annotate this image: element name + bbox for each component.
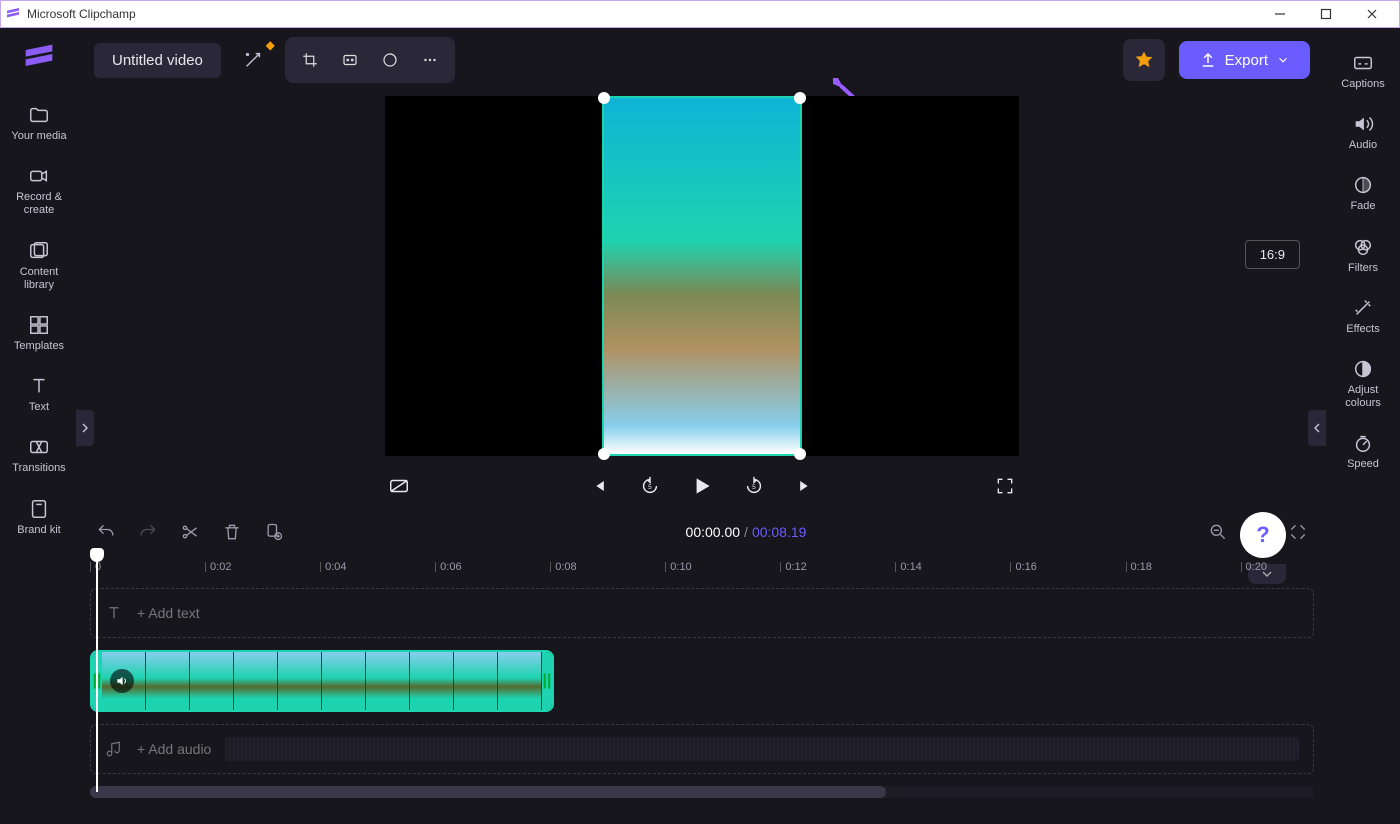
ruler-tick: 0:16 — [1010, 561, 1036, 573]
audio-track[interactable]: + Add audio — [90, 724, 1314, 774]
more-options-button[interactable] — [413, 43, 447, 77]
ruler-tick: 0:04 — [320, 561, 346, 573]
sidebar-item-brand-kit[interactable]: Brand kit — [4, 490, 74, 545]
skip-start-button[interactable] — [584, 472, 612, 500]
sidebar-item-filters[interactable]: Filters — [1328, 228, 1398, 283]
aspect-ratio-button[interactable]: 16:9 — [1245, 240, 1300, 269]
text-icon — [105, 604, 123, 622]
timeline-ruler[interactable]: 0 0:02 0:04 0:06 0:08 0:10 0:12 0:14 0:1… — [90, 552, 1314, 582]
sidebar-item-content-library[interactable]: Content library — [4, 232, 74, 300]
video-clip[interactable]: || || — [90, 650, 554, 712]
skip-end-button[interactable] — [792, 472, 820, 500]
preview-zone: 16:9 ? 5 5 — [78, 92, 1326, 512]
right-sidebar: Captions Audio Fade Filters Effects Adju… — [1326, 28, 1400, 824]
clip-thumbnails — [102, 652, 542, 710]
premium-button[interactable] — [1123, 39, 1165, 81]
resize-handle-br[interactable] — [794, 448, 806, 460]
magic-wand-button[interactable]: ◆ — [235, 42, 271, 78]
undo-button[interactable] — [94, 520, 118, 544]
audio-waveform — [225, 737, 1299, 761]
timeline-zone: 00:00.00/00:08.19 0 0:02 0:04 0:06 0:08 … — [78, 512, 1326, 824]
video-track[interactable]: || || — [90, 650, 1314, 712]
clip-volume-button[interactable] — [110, 669, 134, 693]
clip-trim-right[interactable]: || — [542, 652, 552, 710]
top-bar: Untitled video ◆ Export — [78, 28, 1326, 92]
clipchamp-logo-icon[interactable] — [21, 40, 57, 76]
minimize-button[interactable] — [1257, 1, 1303, 27]
window-titlebar: Microsoft Clipchamp — [0, 0, 1400, 28]
selected-clip-overlay[interactable] — [602, 96, 802, 456]
safezone-toggle-button[interactable] — [385, 472, 413, 500]
right-panel-expand-button[interactable] — [1308, 410, 1326, 446]
ruler-tick: 0:18 — [1126, 561, 1152, 573]
timecode: 00:00.00/00:08.19 — [686, 524, 807, 540]
sidebar-item-transitions[interactable]: Transitions — [4, 428, 74, 483]
forward-5-button[interactable]: 5 — [740, 472, 768, 500]
chevron-down-icon — [1276, 53, 1290, 67]
close-button[interactable] — [1349, 1, 1395, 27]
ruler-tick: 0:12 — [780, 561, 806, 573]
scrollbar-thumb[interactable] — [90, 786, 886, 798]
rewind-5-button[interactable]: 5 — [636, 472, 664, 500]
playback-controls: 5 5 — [385, 462, 1019, 510]
duplicate-button[interactable] — [262, 520, 286, 544]
sidebar-item-adjust-colours[interactable]: Adjust colours — [1328, 350, 1398, 418]
fullscreen-button[interactable] — [991, 472, 1019, 500]
ruler-tick: 0:14 — [895, 561, 921, 573]
playhead[interactable] — [90, 548, 104, 792]
svg-text:5: 5 — [648, 484, 652, 491]
resize-handle-bl[interactable] — [598, 448, 610, 460]
play-button[interactable] — [688, 472, 716, 500]
sidebar-item-effects[interactable]: Effects — [1328, 289, 1398, 344]
left-sidebar: Your media Record & create Content libra… — [0, 28, 78, 824]
ruler-tick: 0:20 — [1241, 561, 1267, 573]
zoom-fit-button[interactable] — [1286, 520, 1310, 544]
sidebar-item-speed[interactable]: Speed — [1328, 424, 1398, 479]
preview-canvas[interactable] — [385, 96, 1019, 456]
export-button[interactable]: Export — [1179, 41, 1310, 79]
text-track[interactable]: + Add text — [90, 588, 1314, 638]
project-title[interactable]: Untitled video — [94, 43, 221, 78]
fit-button[interactable] — [333, 43, 367, 77]
window-title: Microsoft Clipchamp — [27, 7, 1257, 21]
music-note-icon — [105, 740, 123, 758]
ruler-tick: 0:02 — [205, 561, 231, 573]
pip-button[interactable] — [373, 43, 407, 77]
timeline-scrollbar[interactable] — [90, 786, 1314, 798]
redo-button[interactable] — [136, 520, 160, 544]
preview-tools — [285, 37, 455, 83]
sidebar-item-your-media[interactable]: Your media — [4, 96, 74, 151]
resize-handle-tl[interactable] — [598, 92, 610, 104]
sidebar-item-fade[interactable]: Fade — [1328, 166, 1398, 221]
ruler-tick: 0:08 — [550, 561, 576, 573]
sidebar-item-text[interactable]: Text — [4, 367, 74, 422]
maximize-button[interactable] — [1303, 1, 1349, 27]
sidebar-item-audio[interactable]: Audio — [1328, 105, 1398, 160]
zoom-out-button[interactable] — [1206, 520, 1230, 544]
sidebar-item-record-create[interactable]: Record & create — [4, 157, 74, 225]
premium-badge-icon: ◆ — [266, 38, 275, 52]
ruler-tick: 0:10 — [665, 561, 691, 573]
sidebar-item-captions[interactable]: Captions — [1328, 44, 1398, 99]
delete-button[interactable] — [220, 520, 244, 544]
sidebar-item-templates[interactable]: Templates — [4, 306, 74, 361]
resize-handle-tr[interactable] — [794, 92, 806, 104]
timeline-toolbar: 00:00.00/00:08.19 — [90, 512, 1314, 552]
ruler-tick: 0:06 — [435, 561, 461, 573]
svg-text:5: 5 — [752, 484, 756, 491]
app-logo-icon — [5, 6, 21, 22]
crop-button[interactable] — [293, 43, 327, 77]
split-button[interactable] — [178, 520, 202, 544]
